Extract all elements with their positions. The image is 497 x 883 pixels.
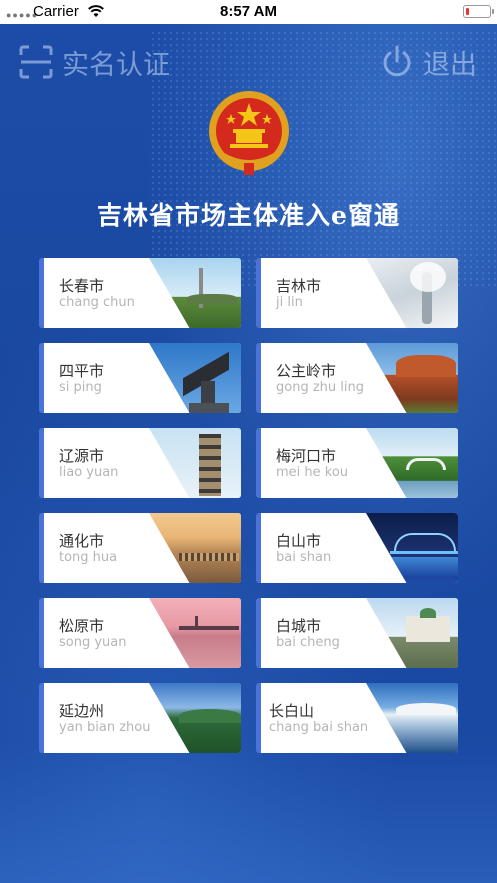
logout-label: 退出 [423, 49, 477, 81]
city-card-siping[interactable]: 四平市 si ping [39, 343, 241, 413]
city-photo [366, 683, 458, 753]
verify-label: 实名认证 [62, 49, 170, 81]
national-emblem-icon [209, 91, 289, 175]
scan-frame-icon [19, 45, 53, 79]
city-pinyin: bai shan [276, 550, 332, 565]
city-name: 白山市 [276, 532, 322, 550]
city-name: 四平市 [59, 362, 105, 380]
city-name: 梅河口市 [276, 447, 337, 465]
city-name: 长春市 [59, 277, 105, 295]
city-name: 公主岭市 [276, 362, 337, 380]
city-card-changbaishan[interactable]: 长白山 chang bai shan [256, 683, 458, 753]
city-pinyin: chang chun [59, 295, 135, 310]
city-name: 吉林市 [276, 277, 322, 295]
city-card-changchun[interactable]: 长春市 chang chun [39, 258, 241, 328]
city-pinyin: liao yuan [59, 465, 119, 480]
power-icon [383, 45, 411, 77]
city-card-jilin[interactable]: 吉林市 ji lin [256, 258, 458, 328]
city-pinyin: yan bian zhou [59, 720, 151, 735]
city-pinyin: mei he kou [276, 465, 349, 480]
city-card-liaoyuan[interactable]: 辽源市 liao yuan [39, 428, 241, 498]
city-photo [149, 513, 241, 583]
city-pinyin: ji lin [276, 295, 303, 310]
background-city-decoration [0, 743, 497, 883]
logout-button[interactable]: 退出 [379, 42, 477, 82]
city-card-yanbian[interactable]: 延边州 yan bian zhou [39, 683, 241, 753]
city-card-meihekou[interactable]: 梅河口市 mei he kou [256, 428, 458, 498]
city-photo [366, 258, 458, 328]
city-pinyin: si ping [59, 380, 102, 395]
city-pinyin: bai cheng [276, 635, 340, 650]
city-card-baicheng[interactable]: 白城市 bai cheng [256, 598, 458, 668]
city-pinyin: song yuan [59, 635, 127, 650]
city-name: 通化市 [59, 532, 105, 550]
city-photo [149, 598, 241, 668]
clock: 8:57 AM [220, 3, 277, 20]
city-pinyin: gong zhu ling [276, 380, 364, 395]
city-name: 长白山 [269, 702, 315, 720]
city-name: 白城市 [276, 617, 322, 635]
city-name: 延边州 [59, 702, 105, 720]
verify-identity-button[interactable]: 实名认证 [18, 42, 170, 82]
city-card-gongzhuling[interactable]: 公主岭市 gong zhu ling [256, 343, 458, 413]
page-title: 吉林省市场主体准入e窗通 [97, 201, 400, 230]
battery-icon [463, 5, 494, 18]
city-name: 松原市 [59, 617, 105, 635]
city-pinyin: tong hua [59, 550, 118, 565]
city-photo [149, 343, 241, 413]
city-photo [149, 258, 241, 328]
city-photo [149, 683, 241, 753]
city-card-baishan[interactable]: 白山市 bai shan [256, 513, 458, 583]
city-photo [366, 343, 458, 413]
city-pinyin: chang bai shan [269, 720, 369, 735]
city-name: 辽源市 [59, 447, 105, 465]
city-photo [149, 428, 241, 498]
city-photo [366, 428, 458, 498]
city-photo [366, 598, 458, 668]
status-bar: ●●●●● Carrier 8:57 AM [0, 0, 497, 24]
city-photo [366, 513, 458, 583]
city-card-tonghua[interactable]: 通化市 tong hua [39, 513, 241, 583]
city-card-songyuan[interactable]: 松原市 song yuan [39, 598, 241, 668]
